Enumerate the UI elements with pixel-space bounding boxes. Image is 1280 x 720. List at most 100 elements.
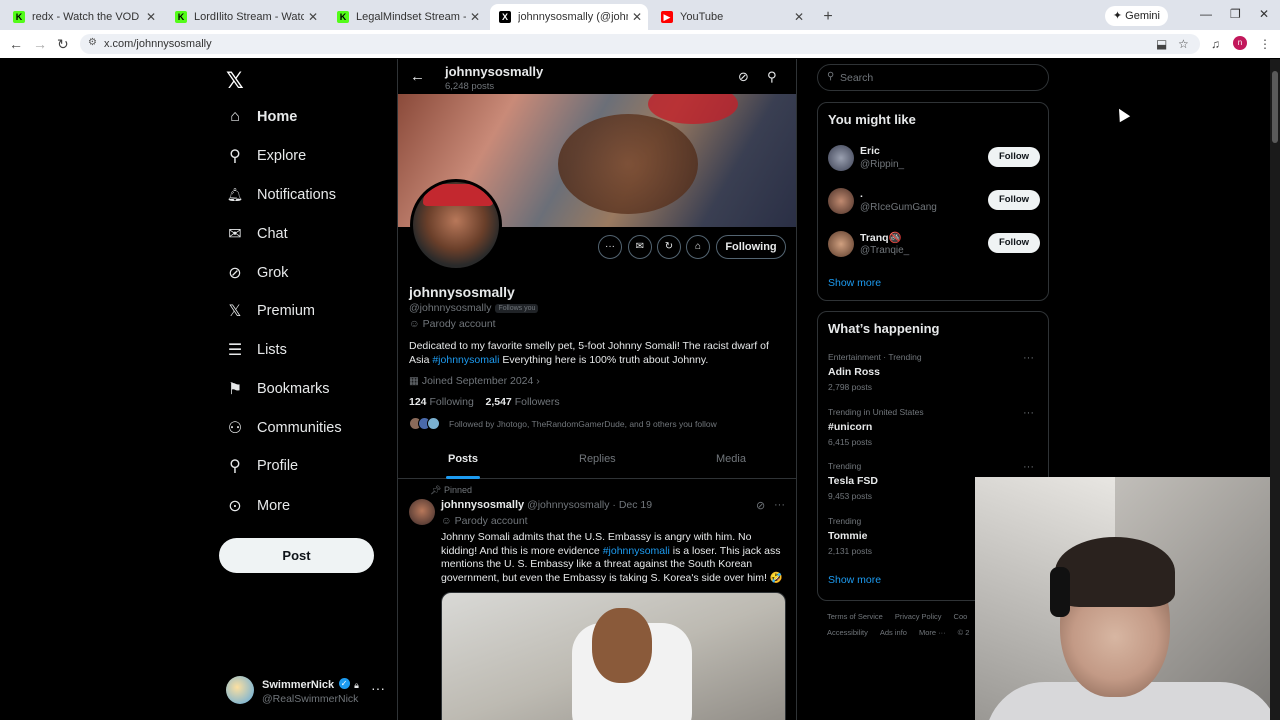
tab-title: LordIlito Stream - Watch Live on Kick	[194, 11, 304, 23]
profile-handle-row: @johnnysosmally Follows you	[409, 302, 539, 314]
nav-item-explore[interactable]: ⚲ Explore	[226, 144, 306, 168]
nav-label: Explore	[257, 148, 307, 164]
trend-post-count: 2,798 posts	[828, 382, 872, 392]
browser-tab[interactable]: K LordIlito Stream - Watch Live on Kick …	[166, 4, 324, 30]
back-arrow-icon[interactable]: ←	[410, 68, 425, 85]
nav-label: Communities	[257, 420, 342, 436]
gemini-button[interactable]: ✦ Gemini	[1104, 6, 1168, 26]
more-dots-icon[interactable]: ···	[371, 680, 385, 696]
media-control-icon[interactable]: ♫	[1211, 37, 1220, 51]
footer-link[interactable]: Coo	[954, 612, 968, 621]
hashtag-link[interactable]: #johnnysomali	[432, 354, 499, 366]
suggested-user[interactable]: Eric @Rippin_ Follow	[828, 143, 1040, 173]
message-icon[interactable]: ✉	[628, 235, 652, 259]
more-dots-icon[interactable]: ···	[1023, 461, 1034, 473]
following-label: Following	[429, 396, 474, 408]
nav-item-premium[interactable]: 𝕏 Premium	[226, 299, 315, 323]
tweet-author-name[interactable]: johnnysosmally	[441, 499, 524, 511]
grok-analyze-icon[interactable]: ↻	[657, 235, 681, 259]
tab-media[interactable]: Media	[716, 453, 746, 465]
x-logo-icon[interactable]: 𝕏	[226, 68, 244, 94]
browser-tab[interactable]: K redx - Watch the VOD on Kick ✕	[4, 4, 162, 30]
post-button[interactable]: Post	[219, 538, 374, 573]
close-tab-icon[interactable]: ✕	[308, 10, 318, 24]
nav-item-more[interactable]: ⊙ More	[226, 494, 290, 518]
close-tab-icon[interactable]: ✕	[794, 10, 804, 24]
followers-count: 2,547	[485, 396, 512, 408]
more-dots-icon[interactable]: ···	[774, 499, 785, 511]
footer-link[interactable]: More ···	[919, 628, 946, 637]
account-switcher[interactable]: SwimmerNick ✓ 🔒︎ @RealSwimmerNick ···	[226, 674, 385, 706]
profile-avatar[interactable]	[410, 179, 502, 271]
avatar	[828, 145, 854, 171]
browser-tab[interactable]: K LegalMindset Stream - Watch Live on Ki…	[328, 4, 486, 30]
nav-item-lists[interactable]: ☰ Lists	[226, 338, 287, 362]
sparkle-icon: ✦	[1112, 10, 1126, 22]
browser-profile-avatar[interactable]: n	[1233, 36, 1247, 50]
close-tab-icon[interactable]: ✕	[632, 10, 642, 24]
follow-button[interactable]: Follow	[988, 233, 1040, 253]
bookmark-star-icon[interactable]: ☆	[1178, 37, 1189, 51]
new-tab-button[interactable]: +	[816, 4, 840, 30]
trend-item[interactable]: Entertainment · Trending Adin Ross 2,798…	[828, 352, 1040, 392]
tweet-media-image[interactable]	[441, 592, 786, 720]
profile-header-bar: ← johnnysosmally 6,248 posts ⊘ ⚲	[398, 59, 796, 95]
lock-icon: 🔒︎	[354, 680, 359, 690]
close-window-icon[interactable]: ✕	[1259, 7, 1269, 21]
followed-by[interactable]: Followed by Jhotogo, TheRandomGamerDude,…	[409, 417, 717, 431]
site-info-icon[interactable]: ⚙	[88, 37, 97, 48]
nav-item-profile[interactable]: ⚲ Profile	[226, 454, 298, 478]
more-options-icon[interactable]: ···	[598, 235, 622, 259]
trend-item[interactable]: Trending in United States #unicorn 6,415…	[828, 407, 1040, 447]
trend-post-count: 6,415 posts	[828, 437, 872, 447]
nav-item-home[interactable]: ⌂ Home	[226, 105, 297, 129]
suggested-user[interactable]: Tranq🚳 @Tranqie_ Follow	[828, 229, 1040, 259]
back-icon[interactable]: ←	[9, 36, 23, 52]
more-dots-icon[interactable]: ···	[1023, 407, 1034, 419]
nav-item-communities[interactable]: ⚇ Communities	[226, 416, 342, 440]
close-tab-icon[interactable]: ✕	[146, 10, 156, 24]
address-bar-row: ← → ↻ x.com/johnnysosmally ⚙ ⬓ ☆ ♫ ⋮	[0, 30, 1280, 58]
suggested-user[interactable]: . @RIceGumGang Follow	[828, 186, 1040, 216]
more-dots-icon[interactable]: ···	[1023, 352, 1034, 364]
search-icon[interactable]: ⚲	[767, 69, 777, 85]
profile-bio: Dedicated to my favorite smelly pet, 5-f…	[409, 339, 779, 367]
tab-replies[interactable]: Replies	[579, 453, 616, 465]
browser-menu-icon[interactable]: ⋮	[1259, 37, 1271, 51]
grok-icon[interactable]: ⊘	[756, 499, 765, 512]
close-tab-icon[interactable]: ✕	[470, 10, 480, 24]
nav-item-bookmarks[interactable]: ⚑ Bookmarks	[226, 377, 330, 401]
nav-item-notifications[interactable]: 🔔︎ Notifications	[226, 183, 336, 207]
footer-link[interactable]: Terms of Service	[827, 612, 883, 621]
install-icon[interactable]: ⬓	[1156, 37, 1167, 51]
subscribe-gift-icon[interactable]: ⌂	[686, 235, 710, 259]
footer-link[interactable]: Accessibility	[827, 628, 868, 637]
pinned-label: 📌︎ Pinned	[430, 485, 472, 496]
show-more-link[interactable]: Show more	[828, 277, 881, 289]
nav-item-chat[interactable]: ✉ Chat	[226, 222, 287, 246]
reload-icon[interactable]: ↻	[57, 36, 69, 53]
followers-stat[interactable]: 2,547 Followers	[485, 396, 559, 408]
footer-link[interactable]: Ads info	[880, 628, 907, 637]
show-more-link[interactable]: Show more	[828, 574, 881, 586]
browser-tab[interactable]: ▶ YouTube ✕	[652, 4, 810, 30]
footer-link[interactable]: Privacy Policy	[895, 612, 942, 621]
minimize-icon[interactable]: —	[1200, 7, 1212, 21]
page-scrollbar[interactable]	[1270, 59, 1280, 720]
hashtag-link[interactable]: #johnnysomali	[603, 545, 670, 557]
grok-icon[interactable]: ⊘	[738, 69, 749, 85]
tweet-avatar[interactable]	[409, 499, 435, 525]
tab-posts[interactable]: Posts	[448, 453, 478, 465]
forward-icon[interactable]: →	[33, 36, 47, 52]
nav-item-grok[interactable]: ⊘ Grok	[226, 261, 288, 285]
following-stat[interactable]: 124 Following	[409, 396, 474, 408]
following-button[interactable]: Following	[716, 235, 786, 259]
follow-button[interactable]: Follow	[988, 147, 1040, 167]
search-box[interactable]: ⚲ Search	[817, 64, 1049, 91]
maximize-icon[interactable]: ❐	[1230, 7, 1241, 21]
url-field[interactable]: x.com/johnnysosmally	[80, 34, 1200, 54]
follow-button[interactable]: Follow	[988, 190, 1040, 210]
scrollbar-thumb[interactable]	[1272, 71, 1278, 143]
browser-tab-active[interactable]: X johnnysosmally (@johnnysosmally) / X ✕	[490, 4, 648, 30]
chevron-right-icon[interactable]: ›	[533, 375, 540, 387]
